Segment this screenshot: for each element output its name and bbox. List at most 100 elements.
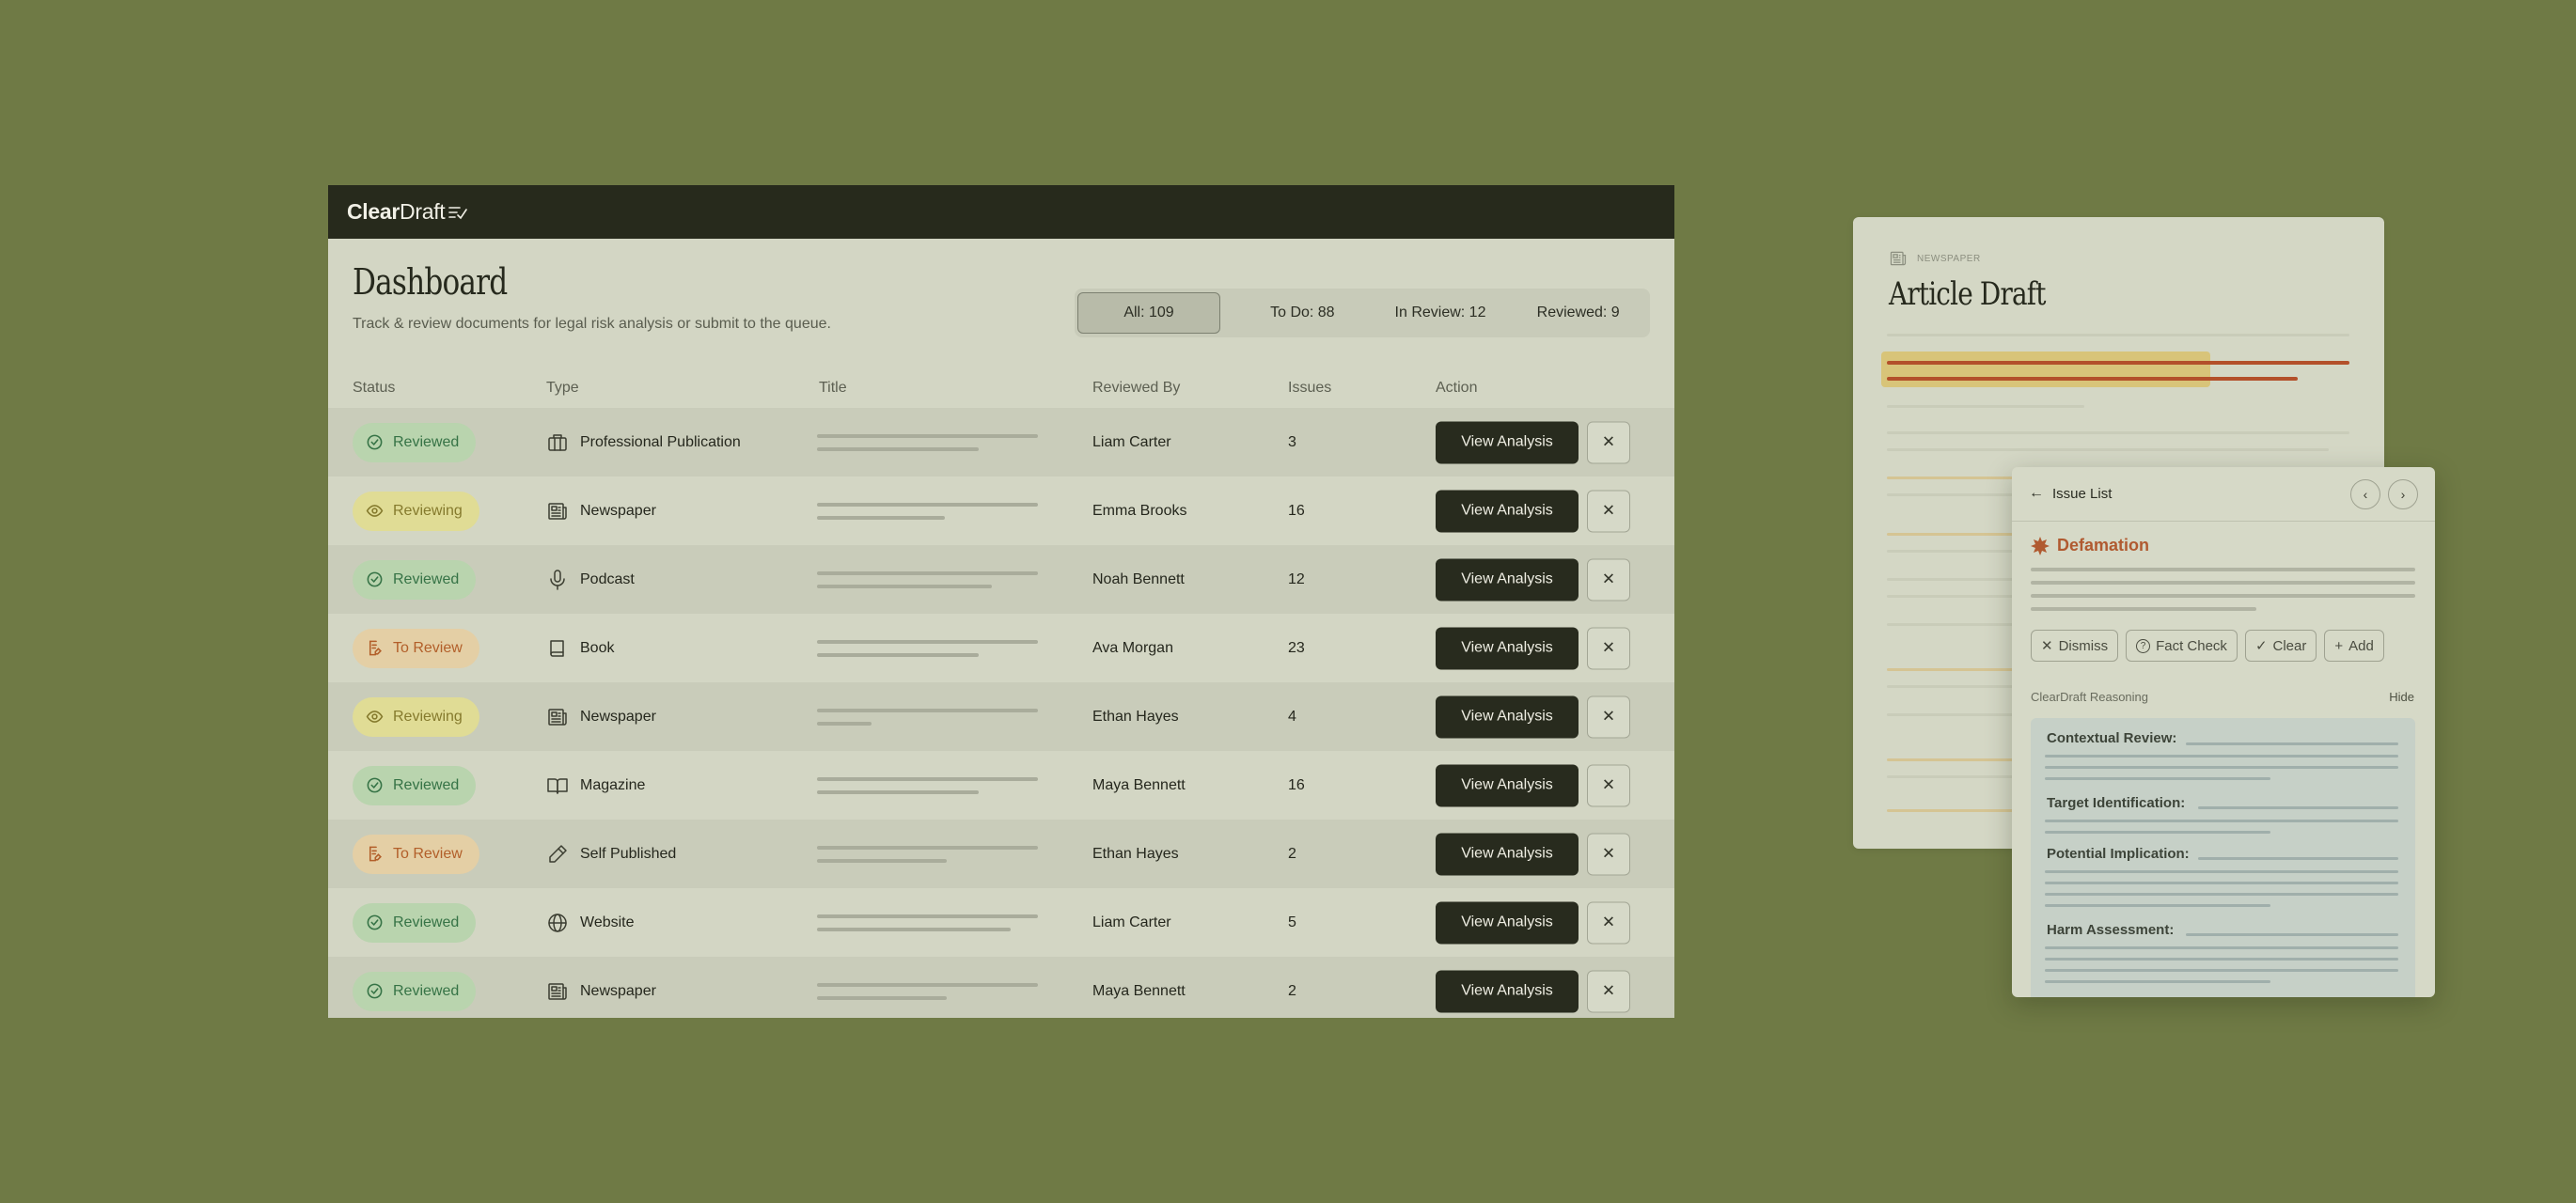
document-title-placeholder[interactable] bbox=[817, 502, 1038, 520]
status-label: Reviewed bbox=[393, 433, 460, 450]
table-row[interactable]: Reviewed Podcast Noah Bennett 12 View An… bbox=[328, 545, 1674, 614]
remove-row-button[interactable]: ✕ bbox=[1587, 421, 1630, 463]
status-badge: Reviewing bbox=[353, 696, 479, 737]
column-title: Title bbox=[819, 380, 847, 396]
status-label: Reviewed bbox=[393, 570, 460, 587]
table-row[interactable]: Reviewed Website Liam Carter 5 View Anal… bbox=[328, 888, 1674, 957]
reviewed-by: Liam Carter bbox=[1092, 914, 1171, 930]
document-title-placeholder[interactable] bbox=[817, 982, 1038, 1000]
status-badge: Reviewed bbox=[353, 902, 477, 943]
reviewed-by: Emma Brooks bbox=[1092, 502, 1187, 519]
eye-icon bbox=[366, 708, 384, 726]
table-row[interactable]: Reviewed Magazine Maya Bennett 16 View A… bbox=[328, 751, 1674, 820]
reasoning-line bbox=[2045, 766, 2398, 769]
remove-row-button[interactable]: ✕ bbox=[1587, 490, 1630, 532]
close-icon: ✕ bbox=[1601, 775, 1616, 794]
previous-issue-button[interactable]: ‹ bbox=[2350, 479, 2380, 509]
reasoning-line bbox=[2045, 831, 2270, 834]
reviewed-by: Liam Carter bbox=[1092, 433, 1171, 450]
remove-row-button[interactable]: ✕ bbox=[1587, 695, 1630, 738]
document-type: Newspaper bbox=[546, 500, 656, 523]
table-row[interactable]: Reviewed Newspaper Maya Bennett 2 View A… bbox=[328, 957, 1674, 1018]
document-title-placeholder[interactable] bbox=[817, 570, 1038, 588]
status-label: Reviewed bbox=[393, 914, 460, 930]
document-title-placeholder[interactable] bbox=[817, 708, 1038, 726]
view-analysis-button[interactable]: View Analysis bbox=[1436, 558, 1579, 601]
reasoning-label: ClearDraft Reasoning bbox=[2031, 690, 2149, 704]
title-line bbox=[817, 845, 1038, 850]
title-line bbox=[817, 652, 979, 657]
column-issues: Issues bbox=[1288, 380, 1332, 396]
back-arrow-icon[interactable]: ← bbox=[2029, 485, 2044, 502]
view-analysis-button[interactable]: View Analysis bbox=[1436, 764, 1579, 806]
fact-check-button[interactable]: ? Fact Check bbox=[2126, 630, 2238, 662]
table-row[interactable]: To Review Self Published Ethan Hayes 2 V… bbox=[328, 820, 1674, 888]
logo-text-bold: Clear bbox=[347, 199, 401, 224]
remove-row-button[interactable]: ✕ bbox=[1587, 970, 1630, 1012]
clear-button[interactable]: ✓ Clear bbox=[2244, 630, 2317, 662]
filter-reviewed[interactable]: Reviewed: 9 bbox=[1509, 292, 1647, 334]
book-icon bbox=[546, 637, 569, 660]
issue-panel-header: ← Issue List ‹ › bbox=[2012, 467, 2435, 522]
article-text-line bbox=[1887, 448, 2329, 451]
chevron-left-icon: ‹ bbox=[2363, 487, 2368, 502]
reviewed-by: Noah Bennett bbox=[1092, 570, 1185, 587]
title-line bbox=[817, 639, 1038, 644]
newspaper-icon bbox=[546, 980, 569, 1003]
remove-row-button[interactable]: ✕ bbox=[1587, 627, 1630, 669]
alert-burst-icon bbox=[2031, 536, 2050, 555]
next-issue-button[interactable]: › bbox=[2388, 479, 2418, 509]
document-type: Website bbox=[546, 912, 635, 934]
close-icon: ✕ bbox=[1601, 501, 1616, 520]
issue-count: 5 bbox=[1288, 914, 1296, 930]
remove-row-button[interactable]: ✕ bbox=[1587, 833, 1630, 875]
view-analysis-button[interactable]: View Analysis bbox=[1436, 627, 1579, 669]
document-title-placeholder[interactable] bbox=[817, 639, 1038, 657]
status-badge: Reviewed bbox=[353, 422, 477, 462]
table-row[interactable]: Reviewing Newspaper Ethan Hayes 4 View A… bbox=[328, 682, 1674, 751]
view-analysis-button[interactable]: View Analysis bbox=[1436, 901, 1579, 944]
document-title-placeholder[interactable] bbox=[817, 845, 1038, 863]
dismiss-button[interactable]: ✕ Dismiss bbox=[2031, 630, 2119, 662]
close-icon: ✕ bbox=[1601, 638, 1616, 657]
dashboard-window: Clear Draft Dashboard Track & review docu… bbox=[328, 185, 1674, 1018]
remove-row-button[interactable]: ✕ bbox=[1587, 901, 1630, 944]
issue-heading: Defamation bbox=[2031, 536, 2149, 555]
cleardraft-logo[interactable]: Clear Draft bbox=[347, 199, 468, 225]
view-analysis-button[interactable]: View Analysis bbox=[1436, 421, 1579, 463]
reviewed-by: Maya Bennett bbox=[1092, 776, 1186, 793]
remove-row-button[interactable]: ✕ bbox=[1587, 558, 1630, 601]
view-analysis-button[interactable]: View Analysis bbox=[1436, 695, 1579, 738]
status-label: Reviewed bbox=[393, 982, 460, 999]
dismiss-label: Dismiss bbox=[2058, 637, 2109, 654]
issue-count: 12 bbox=[1288, 570, 1305, 587]
document-title-placeholder[interactable] bbox=[817, 776, 1038, 794]
add-label: Add bbox=[2348, 637, 2374, 654]
document-type: Self Published bbox=[546, 843, 676, 866]
close-icon: ✕ bbox=[1601, 844, 1616, 863]
table-row[interactable]: To Review Book Ava Morgan 23 View Analys… bbox=[328, 614, 1674, 682]
title-line bbox=[817, 858, 947, 863]
document-title-placeholder[interactable] bbox=[817, 433, 1038, 451]
filter-all[interactable]: All: 109 bbox=[1077, 292, 1220, 334]
highlighted-passage[interactable] bbox=[1881, 352, 2210, 387]
check-circle-icon bbox=[366, 776, 384, 794]
issue-actions: ✕ Dismiss ? Fact Check ✓ Clear + Add bbox=[2031, 630, 2384, 662]
table-row[interactable]: Reviewing Newspaper Emma Brooks 16 View … bbox=[328, 477, 1674, 545]
view-analysis-button[interactable]: View Analysis bbox=[1436, 490, 1579, 532]
reviewed-by: Ethan Hayes bbox=[1092, 708, 1179, 725]
plus-icon: + bbox=[2334, 637, 2344, 654]
view-analysis-button[interactable]: View Analysis bbox=[1436, 970, 1579, 1012]
reasoning-line bbox=[2045, 882, 2398, 884]
filter-in-review[interactable]: In Review: 12 bbox=[1372, 292, 1510, 334]
reasoning-line bbox=[2198, 857, 2398, 860]
add-button[interactable]: + Add bbox=[2324, 630, 2384, 662]
table-row[interactable]: Reviewed Professional Publication Liam C… bbox=[328, 408, 1674, 477]
title-line bbox=[817, 982, 1038, 987]
view-analysis-button[interactable]: View Analysis bbox=[1436, 833, 1579, 875]
document-title-placeholder[interactable] bbox=[817, 914, 1038, 931]
remove-row-button[interactable]: ✕ bbox=[1587, 764, 1630, 806]
type-label: Newspaper bbox=[580, 708, 656, 725]
hide-reasoning-link[interactable]: Hide bbox=[2389, 690, 2414, 704]
filter-to-do[interactable]: To Do: 88 bbox=[1233, 292, 1372, 334]
